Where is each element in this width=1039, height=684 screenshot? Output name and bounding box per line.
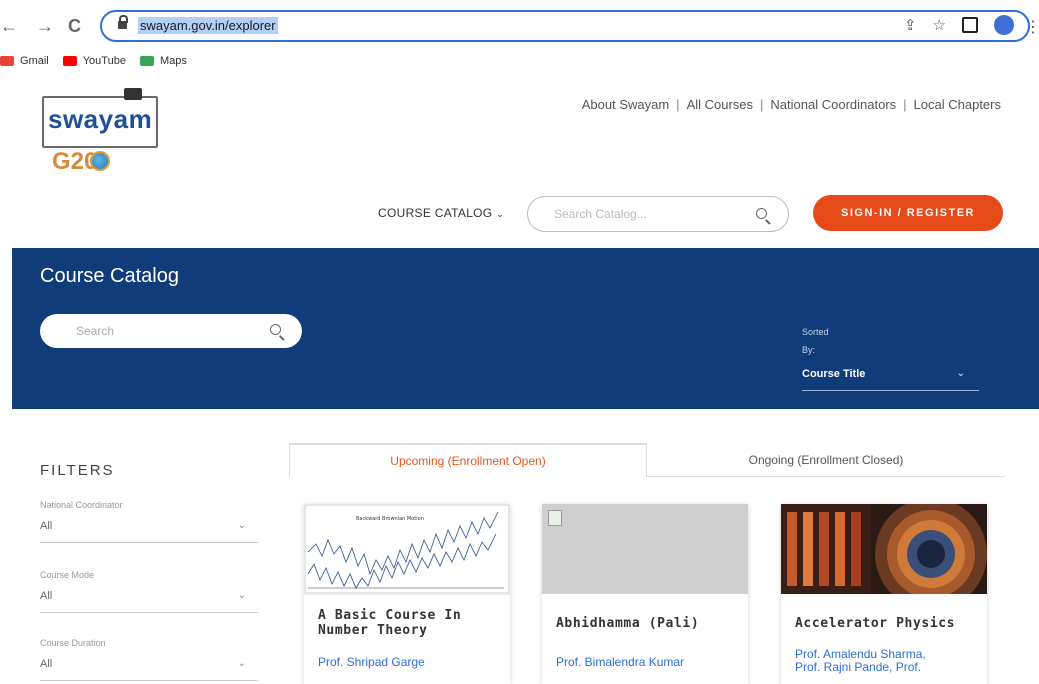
forward-arrow-icon[interactable]: →: [36, 16, 54, 37]
youtube-icon: [62, 56, 77, 66]
chevron-down-icon: ⌄: [237, 520, 246, 531]
g20-globe-icon: [90, 151, 110, 171]
chevron-down-icon: ⌄: [237, 590, 246, 601]
course-instructor-link[interactable]: Prof. Bimalendra Kumar: [556, 656, 684, 669]
nav-local-chapters[interactable]: Local Chapters: [914, 97, 1001, 112]
filter-national-coordinator: National Coordinator All ⌄: [40, 500, 258, 543]
broken-image-icon: [548, 510, 562, 526]
brownian-motion-chart-image: Backward Brownian Motion: [304, 504, 510, 594]
national-coordinator-select[interactable]: All ⌄: [40, 520, 258, 543]
header-search-box: [527, 196, 789, 232]
address-bar[interactable]: swayam.gov.in/explorer ⇪ ☆: [100, 10, 1030, 42]
graduation-cap-icon: [124, 88, 142, 100]
url-text[interactable]: swayam.gov.in/explorer: [138, 17, 278, 34]
gmail-icon: [0, 56, 14, 66]
course-instructor-link[interactable]: Prof. Amalendu Sharma, Prof. Rajni Pande…: [795, 648, 926, 674]
band-search-box: [40, 314, 302, 348]
catalog-search-input[interactable]: [552, 206, 736, 222]
accelerator-image: [781, 504, 987, 594]
bookmark-gmail[interactable]: Gmail: [0, 55, 49, 67]
star-icon[interactable]: ☆: [933, 16, 946, 34]
search-icon[interactable]: [270, 324, 281, 335]
tab-ongoing[interactable]: Ongoing (Enrollment Closed): [647, 443, 1005, 477]
page-title: Course Catalog: [40, 265, 179, 287]
course-thumbnail: [542, 504, 748, 594]
course-instructor-link[interactable]: Prof. Shripad Garge: [318, 656, 425, 669]
profile-avatar-icon[interactable]: [994, 15, 1014, 35]
nav-all-courses[interactable]: All Courses: [687, 97, 753, 112]
course-search-input[interactable]: [74, 323, 258, 339]
search-icon[interactable]: [756, 208, 767, 219]
bookmark-youtube[interactable]: YouTube: [62, 55, 126, 67]
course-catalog-dropdown[interactable]: COURSE CATALOG ⌄: [378, 206, 504, 220]
course-thumbnail: Backward Brownian Motion: [304, 504, 510, 595]
more-menu-icon[interactable]: ⋮: [1025, 17, 1039, 37]
lock-icon: [118, 15, 128, 30]
browser-chrome: ← → C swayam.gov.in/explorer ⇪ ☆ ⋮ Gmail…: [0, 0, 1039, 78]
chevron-down-icon: ⌄: [956, 368, 965, 379]
nav-national-coordinators[interactable]: National Coordinators: [770, 97, 896, 112]
swayam-logo[interactable]: swayam: [42, 88, 158, 148]
back-arrow-icon[interactable]: ←: [0, 16, 18, 37]
sort-by-select[interactable]: Course Title ⌄: [802, 368, 979, 391]
chevron-down-icon: ⌄: [237, 658, 246, 669]
course-card-abhidhamma[interactable]: Abhidhamma (Pali) Prof. Bimalendra Kumar: [542, 504, 748, 684]
filter-course-duration: Course Duration All ⌄: [40, 638, 258, 681]
course-card-accelerator-physics[interactable]: Accelerator Physics Prof. Amalendu Sharm…: [781, 504, 987, 684]
course-title: A Basic Course In Number Theory: [318, 608, 462, 638]
chevron-down-icon: ⌄: [496, 209, 504, 219]
nav-about-swayam[interactable]: About Swayam: [582, 97, 669, 112]
reload-icon[interactable]: C: [68, 16, 81, 37]
course-title: Abhidhamma (Pali): [556, 616, 700, 631]
course-thumbnail: [781, 504, 987, 594]
course-card-number-theory[interactable]: Backward Brownian Motion A Basic Course …: [304, 504, 510, 684]
maps-icon: [139, 56, 154, 66]
filters-heading: FILTERS: [40, 462, 115, 479]
sorted-by-label: Sorted By:: [802, 327, 829, 355]
filter-course-mode: Course Mode All ⌄: [40, 570, 258, 613]
sign-in-register-button[interactable]: SIGN-IN / REGISTER: [813, 195, 1003, 231]
bookmark-maps[interactable]: Maps: [139, 55, 187, 67]
top-navigation: About Swayam | All Courses | National Coordi…: [581, 97, 1001, 112]
course-duration-select[interactable]: All ⌄: [40, 658, 258, 681]
chart-label: Backward Brownian Motion: [356, 516, 424, 522]
course-catalog-band: Course Catalog Sorted By: Course Title ⌄: [12, 248, 1039, 409]
side-panel-icon[interactable]: [962, 17, 978, 33]
bookmarks-bar: Gmail YouTube Maps: [0, 52, 187, 70]
share-icon[interactable]: ⇪: [904, 16, 917, 34]
tab-upcoming[interactable]: Upcoming (Enrollment Open): [289, 443, 647, 477]
course-title: Accelerator Physics: [795, 616, 956, 631]
course-mode-select[interactable]: All ⌄: [40, 590, 258, 613]
